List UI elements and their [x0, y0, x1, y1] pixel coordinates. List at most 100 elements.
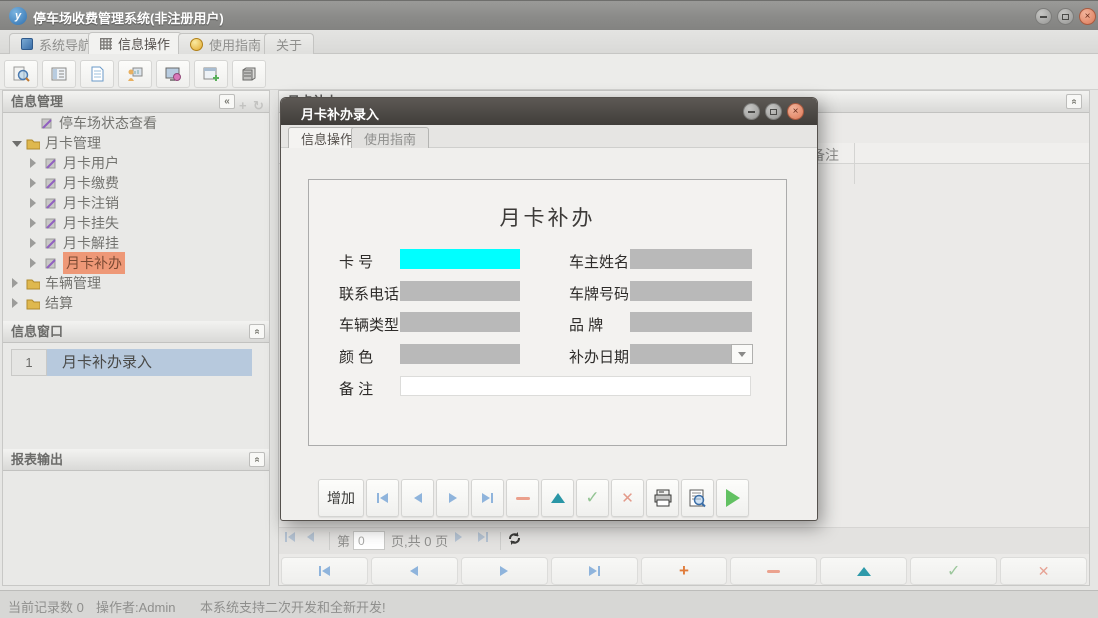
vehicle-type-input[interactable] [400, 312, 520, 332]
close-button[interactable]: × [1079, 8, 1096, 25]
tab-info-operation[interactable]: 信息操作 [88, 32, 182, 54]
prior-record-button[interactable] [371, 557, 458, 585]
tab-user-guide[interactable]: 使用指南 [178, 33, 273, 54]
owner-name-input[interactable] [630, 249, 752, 269]
tree-item-card-cancel[interactable]: 月卡注销 [3, 193, 269, 213]
check-icon: ✓ [947, 561, 960, 581]
reissue-date-input[interactable] [630, 344, 731, 364]
user-chart-button[interactable] [118, 60, 152, 88]
last-record-button[interactable] [471, 479, 504, 517]
folder-icon [26, 297, 40, 310]
edit-record-button[interactable] [820, 557, 907, 585]
tree-item-card-reissue[interactable]: 月卡补办 [3, 253, 269, 273]
tree-item-parking-status[interactable]: 停车场状态查看 [3, 113, 269, 133]
last-record-button[interactable] [551, 557, 638, 585]
post-record-button[interactable]: ✓ [910, 557, 997, 585]
first-icon [319, 566, 330, 576]
drawer-button[interactable] [232, 60, 266, 88]
cancel-record-button[interactable]: ✕ [1000, 557, 1087, 585]
separator [500, 532, 501, 550]
plate-no-input[interactable] [630, 281, 752, 301]
chevron-right-icon[interactable] [30, 218, 40, 228]
panel-title: 信息管理 [11, 94, 63, 109]
color-input[interactable] [400, 344, 520, 364]
tree-item-card-payment[interactable]: 月卡缴费 [3, 173, 269, 193]
cancel-record-button[interactable]: ✕ [611, 479, 644, 517]
prior-record-button[interactable] [401, 479, 434, 517]
first-page-button[interactable] [285, 532, 295, 542]
page-number-input[interactable] [353, 531, 385, 550]
app-logo-icon: y [9, 7, 27, 25]
document-button[interactable] [80, 60, 114, 88]
phone-input[interactable] [400, 281, 520, 301]
tree-item-label: 停车场状态查看 [59, 113, 157, 133]
edit-icon [857, 567, 871, 576]
last-icon [589, 566, 600, 576]
maximize-button[interactable] [1057, 8, 1074, 25]
info-window-row[interactable]: 月卡补办录入 [47, 349, 252, 376]
tab-about[interactable]: 关于 [264, 33, 314, 54]
reissue-date-dropdown-button[interactable] [731, 344, 753, 364]
chevron-right-icon[interactable] [30, 258, 40, 268]
title-bar: y 停车场收费管理系统(非注册用户) × [0, 0, 1098, 30]
print-button[interactable] [646, 479, 679, 517]
dialog-close-button[interactable]: × [787, 103, 804, 120]
brand-input[interactable] [630, 312, 752, 332]
chevron-down-icon[interactable] [12, 141, 22, 147]
first-record-button[interactable] [366, 479, 399, 517]
chevron-right-icon[interactable] [30, 198, 40, 208]
tree-item-vehicle-mgmt[interactable]: 车辆管理 [3, 273, 269, 293]
list-view-button[interactable] [42, 60, 76, 88]
chevron-right-icon[interactable] [30, 158, 40, 168]
next-record-button[interactable] [436, 479, 469, 517]
collapse-content-button[interactable]: « [1066, 94, 1082, 109]
tree-item-label-selected: 月卡补办 [63, 252, 125, 274]
tree-item-card-unloss[interactable]: 月卡解挂 [3, 233, 269, 253]
minus-icon [767, 570, 780, 573]
chevron-right-icon[interactable] [30, 178, 40, 188]
panel-title: 信息窗口 [11, 324, 63, 339]
tree-item-label: 月卡挂失 [63, 213, 119, 233]
next-record-button[interactable] [461, 557, 548, 585]
monitor-button[interactable] [156, 60, 190, 88]
card-no-input[interactable] [400, 249, 520, 269]
next-page-button[interactable] [455, 532, 462, 542]
dialog-title-bar[interactable]: 月卡补办录入 × [281, 98, 817, 125]
chevron-right-icon[interactable] [12, 298, 22, 308]
tree-item-card-user[interactable]: 月卡用户 [3, 153, 269, 173]
edit-record-button[interactable] [541, 479, 574, 517]
dialog-maximize-button[interactable] [765, 103, 782, 120]
refresh-button[interactable] [507, 531, 522, 551]
first-record-button[interactable] [281, 557, 368, 585]
delete-record-button[interactable] [730, 557, 817, 585]
minimize-icon [1040, 16, 1047, 18]
dialog-title: 月卡补办录入 [301, 104, 379, 123]
tree-item-monthly-card-mgmt[interactable]: 月卡管理 [3, 133, 269, 153]
print-preview-button[interactable] [681, 479, 714, 517]
collapse-sidebar-button[interactable]: « [219, 94, 235, 109]
first-icon [377, 493, 388, 503]
chevron-right-icon[interactable] [12, 278, 22, 288]
owner-name-label: 车主姓名 [569, 251, 629, 272]
chevron-up-icon: « [251, 457, 264, 463]
prev-page-button[interactable] [307, 532, 314, 542]
cross-icon: ✕ [621, 489, 634, 507]
collapse-info-window-button[interactable]: « [249, 324, 265, 339]
new-window-button[interactable] [194, 60, 228, 88]
collapse-report-output-button[interactable]: « [249, 452, 265, 467]
execute-button[interactable] [716, 479, 749, 517]
add-button[interactable]: 增加 [318, 479, 364, 517]
tree-item-card-report-loss[interactable]: 月卡挂失 [3, 213, 269, 233]
tree-item-settlement[interactable]: 结算 [3, 293, 269, 313]
delete-record-button[interactable] [506, 479, 539, 517]
post-record-button[interactable]: ✓ [576, 479, 609, 517]
dialog-minimize-button[interactable] [743, 103, 760, 120]
remark-input[interactable] [400, 376, 751, 396]
search-button[interactable] [4, 60, 38, 88]
last-page-button[interactable] [478, 532, 488, 542]
info-window-row-number: 1 [11, 349, 47, 376]
insert-record-button[interactable]: + [641, 557, 728, 585]
chevron-right-icon[interactable] [30, 238, 40, 248]
dialog-tab-user-guide[interactable]: 使用指南 [351, 127, 429, 148]
minimize-button[interactable] [1035, 8, 1052, 25]
